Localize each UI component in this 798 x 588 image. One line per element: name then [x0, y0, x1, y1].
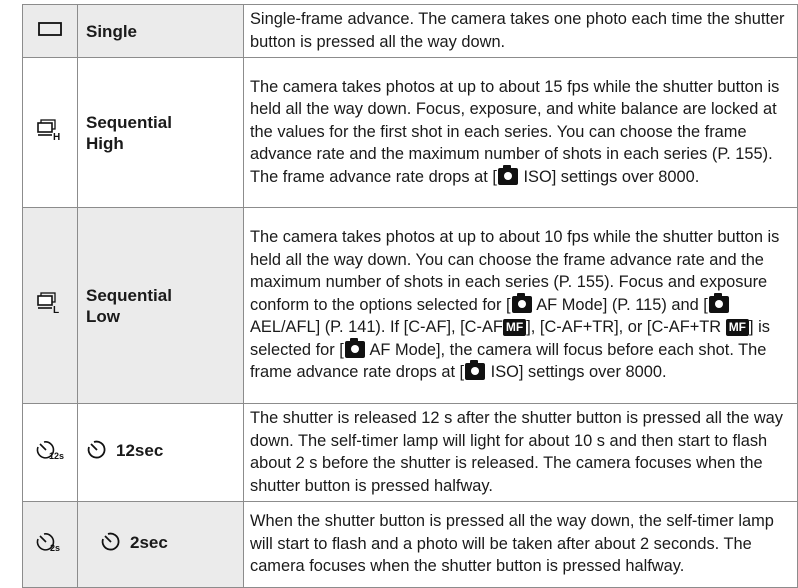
mode-name-group: 2sec — [100, 531, 168, 553]
table-row: 12s 12sec The shutter is released 12 s a… — [22, 403, 798, 502]
self-timer-icon — [101, 532, 120, 551]
drive-mode-table: Single Single-frame advance. The camera … — [22, 4, 798, 588]
desc-text: AF Mode] (P. 115) and [ — [532, 295, 708, 314]
desc-text: ISO] settings over 8000. — [518, 167, 700, 186]
desc-text: ], [C-AF+TR], or [C-AF+TR — [526, 318, 726, 337]
svg-text:L: L — [53, 305, 59, 314]
mode-name-group: 12sec — [86, 439, 163, 461]
mode-name: 2sec — [130, 532, 168, 552]
mode-name-cell: 2sec — [77, 501, 244, 588]
camera-icon — [708, 292, 729, 313]
mode-name-cell: Single — [77, 4, 244, 58]
mode-name-cell: 12sec — [77, 403, 244, 502]
icon-cell: 12s — [22, 403, 78, 502]
icon-cell — [22, 4, 78, 58]
mf-badge: MF — [725, 319, 750, 337]
sequential-low-icon: L — [37, 292, 59, 316]
mode-description: The shutter is released 12 s after the s… — [243, 403, 798, 502]
table-row: L Sequential Low The camera takes photos… — [22, 207, 798, 404]
desc-text: AEL/AFL] (P. 141). If [C-AF], [C-AF — [250, 318, 503, 337]
icon-cell: L — [22, 207, 78, 404]
mf-badge: MF — [502, 319, 527, 337]
desc-text: ISO] settings over 8000. — [486, 363, 667, 382]
camera-icon — [497, 164, 518, 185]
mode-description: Single-frame advance. The camera takes o… — [243, 4, 798, 58]
self-timer-12s-icon: 12s — [36, 441, 64, 461]
camera-icon — [465, 360, 486, 381]
svg-text:12s: 12s — [49, 451, 64, 461]
mode-name: Sequential High — [86, 112, 172, 153]
mode-name-cell: Sequential Low — [77, 207, 244, 404]
mode-name: Single — [86, 21, 138, 41]
svg-text:H: H — [53, 132, 60, 141]
mode-description: The camera takes photos at up to about 1… — [243, 57, 798, 208]
camera-icon — [511, 292, 532, 313]
mode-description: The camera takes photos at up to about 1… — [243, 207, 798, 404]
icon-cell: 2s — [22, 501, 78, 588]
sequential-high-icon: H — [37, 119, 60, 143]
single-frame-icon — [38, 21, 62, 36]
table-row: Single Single-frame advance. The camera … — [22, 4, 798, 58]
mode-name: Sequential Low — [86, 285, 172, 326]
icon-cell: H — [22, 57, 78, 208]
svg-text:2s: 2s — [50, 543, 60, 553]
self-timer-icon — [87, 440, 106, 459]
mode-description: When the shutter button is pressed all t… — [243, 501, 798, 588]
mode-name-cell: Sequential High — [77, 57, 244, 208]
camera-icon — [344, 337, 365, 358]
self-timer-2s-icon: 2s — [36, 533, 60, 553]
mode-name: 12sec — [116, 440, 164, 460]
table-row: H Sequential High The camera takes photo… — [22, 57, 798, 208]
table-row: 2s 2sec When the shutter button is press… — [22, 501, 798, 588]
